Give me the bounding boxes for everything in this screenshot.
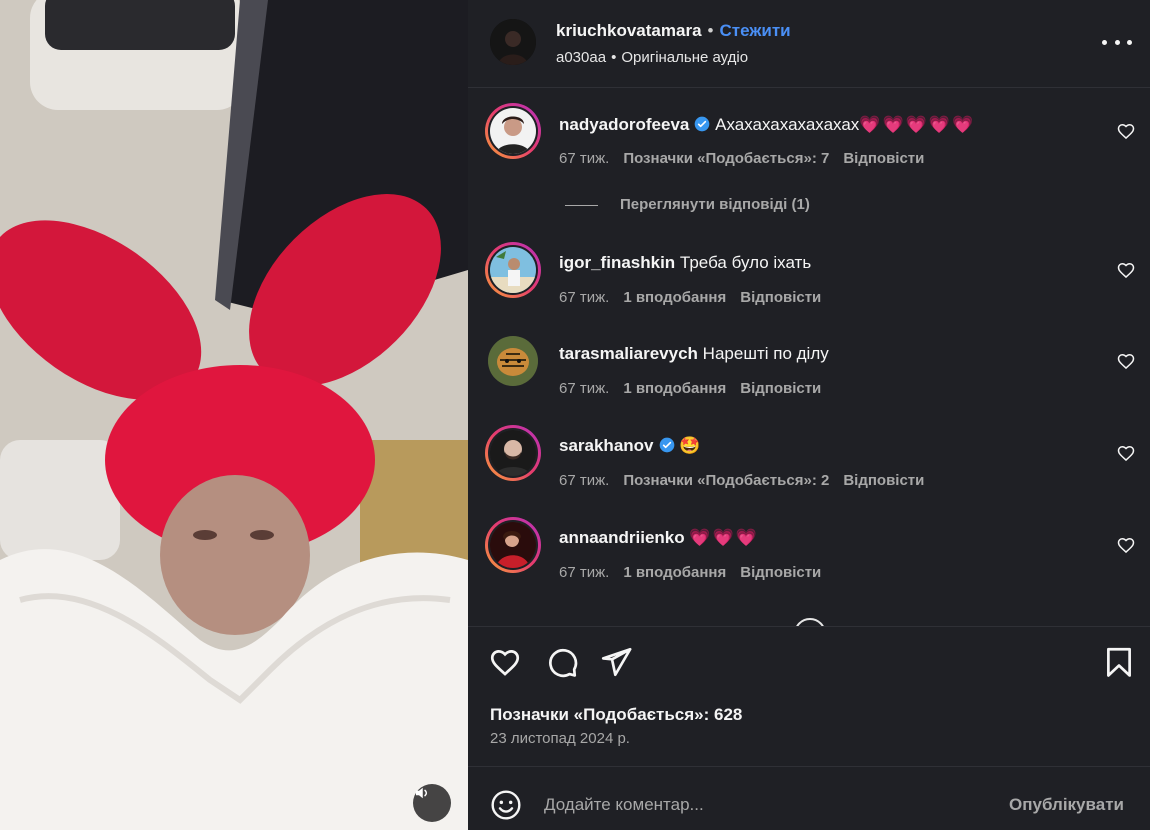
comment-username[interactable]: annaandriienko (559, 528, 685, 547)
view-replies-label: Переглянути відповіді (1) (620, 196, 810, 213)
comment-likes[interactable]: Позначки «Подобається»: 2 (623, 472, 829, 489)
comment-time[interactable]: 67 тиж. (559, 564, 609, 581)
comment-like-heart-icon[interactable] (1116, 443, 1136, 463)
post-sidebar: kriuchkovatamara • Стежити a030aa • Оригінал… (468, 0, 1150, 830)
avatar-image (490, 522, 536, 568)
comment-meta: 67 тиж. Позначки «Подобається»: 7 Відповіс… (559, 150, 924, 167)
comment-body: 🤩 (679, 436, 701, 455)
more-dot-icon (1127, 39, 1132, 45)
publish-button[interactable]: Опублікувати (1009, 795, 1124, 815)
comment-likes[interactable]: 1 вподобання (623, 289, 726, 306)
verified-badge-icon (695, 116, 710, 132)
author-line: kriuchkovatamara • Стежити (556, 21, 791, 41)
comment-likes[interactable]: 1 вподобання (623, 564, 726, 581)
commenter-avatar[interactable] (485, 425, 541, 481)
post-header: kriuchkovatamara • Стежити a030aa • Оригінал… (468, 0, 1150, 88)
more-dot-icon (1114, 39, 1120, 45)
comment-bubble-icon[interactable] (545, 645, 579, 679)
more-dot-icon (1102, 39, 1107, 45)
emoji-smiley-icon[interactable] (490, 789, 522, 821)
avatar-image (490, 430, 536, 476)
more-options-button[interactable] (1102, 32, 1132, 52)
separator-dot: • (707, 21, 714, 40)
comment-like-heart-icon[interactable] (1116, 535, 1136, 555)
video-frame-illustration (0, 0, 468, 830)
reply-button[interactable]: Відповісти (740, 564, 821, 581)
comment-like-heart-icon[interactable] (1116, 260, 1136, 280)
post-actions: Позначки «Подобається»: 628 23 листопад … (468, 626, 1150, 766)
comment-input[interactable] (544, 791, 984, 819)
comment-time[interactable]: 67 тиж. (559, 150, 609, 167)
comment-like-heart-icon[interactable] (1116, 121, 1136, 141)
like-heart-icon[interactable] (488, 645, 522, 679)
post-video[interactable] (0, 0, 468, 830)
comment-likes[interactable]: 1 вподобання (623, 380, 726, 397)
comment-meta: 67 тиж. 1 вподобання Відповісти (559, 380, 821, 397)
avatar-image (488, 336, 538, 386)
comment-username[interactable]: nadyadorofeeva (559, 115, 689, 134)
comment-username[interactable]: igor_finashkin (559, 253, 675, 272)
share-paper-plane-icon[interactable] (599, 645, 633, 679)
speaker-icon (416, 787, 428, 799)
comment-body: Треба було іхать (679, 253, 812, 272)
comment-like-heart-icon[interactable] (1116, 351, 1136, 371)
reply-button[interactable]: Відповісти (843, 150, 924, 167)
comment-time[interactable]: 67 тиж. (559, 289, 609, 306)
comment-meta: 67 тиж. Позначки «Подобається»: 2 Відповіс… (559, 472, 924, 489)
comment-text: igor_finashkin Треба було іхать (559, 253, 811, 273)
comment-text: annaandriienko 💗💗💗 (559, 528, 759, 548)
comment-time[interactable]: 67 тиж. (559, 380, 609, 397)
comment-body: Нарешті по ділу (702, 344, 829, 363)
audio-owner[interactable]: a030aa (556, 49, 606, 66)
likes-count[interactable]: Позначки «Подобається»: 628 (490, 705, 742, 725)
comment-time[interactable]: 67 тиж. (559, 472, 609, 489)
comment-username[interactable]: sarakhanov (559, 436, 654, 455)
view-replies-button[interactable]: Переглянути відповіді (1) (565, 196, 810, 213)
audio-link[interactable]: Оригінальне аудіо (621, 49, 748, 66)
comment-meta: 67 тиж. 1 вподобання Відповісти (559, 564, 821, 581)
avatar-image (490, 108, 536, 154)
commenter-avatar[interactable] (485, 517, 541, 573)
comment-text: nadyadorofeeva Ахахахахахахахах💗💗💗💗💗 (559, 115, 975, 135)
comment-likes[interactable]: Позначки «Подобається»: 7 (623, 150, 829, 167)
commenter-avatar[interactable] (485, 103, 541, 159)
replies-divider-line (565, 204, 598, 206)
separator-dot: • (611, 49, 617, 66)
bookmark-icon[interactable] (1102, 645, 1136, 679)
follow-button[interactable]: Стежити (719, 21, 790, 40)
hearts-emoji: 💗💗💗 (689, 528, 759, 547)
comment-text: tarasmaliarevych Нарешті по ділу (559, 344, 829, 364)
verified-badge-icon (659, 437, 674, 453)
comment-meta: 67 тиж. 1 вподобання Відповісти (559, 289, 821, 306)
reply-button[interactable]: Відповісти (740, 289, 821, 306)
author-avatar[interactable] (490, 19, 536, 65)
mute-toggle-button[interactable] (413, 784, 451, 822)
load-more-comments-icon[interactable] (794, 618, 826, 626)
audio-line: a030aa • Оригінальне аудіо (556, 49, 748, 66)
author-avatar-image (490, 19, 536, 65)
hearts-emoji: 💗💗💗💗💗 (859, 115, 976, 134)
reply-button[interactable]: Відповісти (843, 472, 924, 489)
commenter-avatar[interactable] (488, 336, 538, 386)
author-username[interactable]: kriuchkovatamara (556, 21, 702, 40)
comment-body: Ахахахахахахахах (715, 115, 860, 134)
avatar-image (490, 247, 536, 293)
reply-button[interactable]: Відповісти (740, 380, 821, 397)
comments-list: nadyadorofeeva Ахахахахахахахах💗💗💗💗💗 67 … (468, 89, 1150, 626)
comment-text: sarakhanov 🤩 (559, 436, 700, 456)
add-comment-bar: Опублікувати (468, 766, 1150, 830)
post-date[interactable]: 23 листопад 2024 р. (490, 730, 630, 747)
commenter-avatar[interactable] (485, 242, 541, 298)
comment-username[interactable]: tarasmaliarevych (559, 344, 698, 363)
